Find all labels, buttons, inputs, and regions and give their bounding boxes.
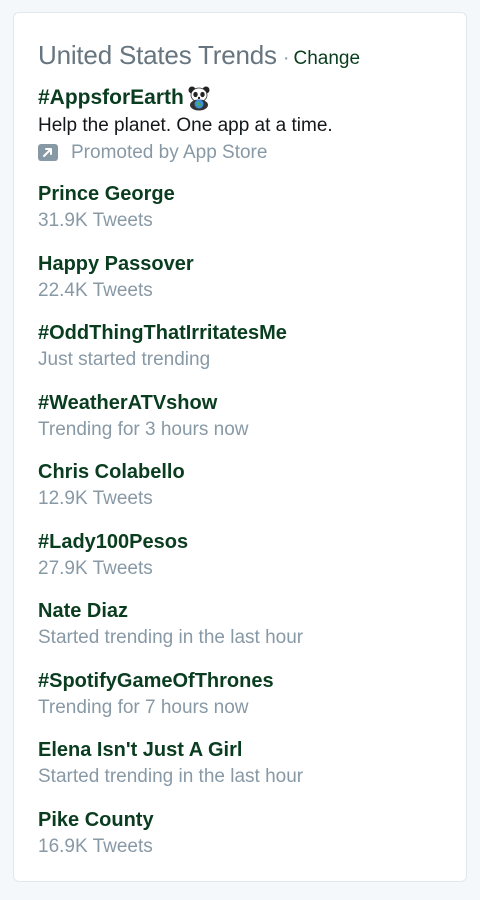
trend-meta: 16.9K Tweets xyxy=(38,835,153,857)
trend-name[interactable]: Chris Colabello xyxy=(38,459,448,485)
promoted-trend-name-row[interactable]: #AppsforEarth xyxy=(38,85,448,111)
trend-meta: Just started trending xyxy=(38,349,211,370)
trend-item[interactable]: Prince George 31.9K Tweets xyxy=(38,181,448,251)
trend-name[interactable]: Elena Isn't Just A Girl xyxy=(38,737,448,763)
trend-meta: Started trending in the last hour xyxy=(38,766,304,787)
trend-meta: 12.9K Tweets xyxy=(38,488,153,509)
header-separator: · xyxy=(282,47,290,69)
promoted-trend-name[interactable]: #AppsforEarth xyxy=(38,85,184,111)
trend-name[interactable]: Nate Diaz xyxy=(38,598,448,624)
trend-meta: Started trending in the last hour xyxy=(38,627,304,648)
trend-item[interactable]: #WeatherATVshow Trending for 3 hours now xyxy=(38,390,448,460)
promoted-by-text: Promoted by App Store xyxy=(71,142,268,163)
trend-name[interactable]: Pike County xyxy=(38,807,448,833)
trend-name[interactable]: Prince George xyxy=(38,181,448,207)
promoted-trend-description: Help the planet. One app at a time. xyxy=(38,115,333,136)
trend-item[interactable]: Chris Colabello 12.9K Tweets xyxy=(38,459,448,529)
trend-name[interactable]: #SpotifyGameOfThrones xyxy=(38,668,448,694)
trend-item[interactable]: #Lady100Pesos 27.9K Tweets xyxy=(38,529,448,599)
trend-name[interactable]: #Lady100Pesos xyxy=(38,529,448,555)
promoted-trend[interactable]: #AppsforEarth Help the planet. One app a… xyxy=(38,85,448,166)
trend-meta: 27.9K Tweets xyxy=(38,557,153,579)
trend-list: Prince George 31.9K Tweets Happy Passove… xyxy=(38,181,448,876)
trend-meta: Trending for 3 hours now xyxy=(38,418,249,440)
trend-item[interactable]: Happy Passover 22.4K Tweets xyxy=(38,251,448,321)
trend-meta: Trending for 7 hours now xyxy=(38,696,249,718)
trend-name[interactable]: #OddThingThatIrritatesMe xyxy=(38,320,448,346)
trends-title: United States Trends xyxy=(38,40,277,70)
trend-item[interactable]: Elena Isn't Just A Girl Started trending… xyxy=(38,737,448,807)
trend-meta: 22.4K Tweets xyxy=(38,279,153,301)
change-location-link[interactable]: Change xyxy=(293,48,360,69)
trend-name[interactable]: #WeatherATVshow xyxy=(38,390,448,416)
trend-item[interactable]: #OddThingThatIrritatesMe Just started tr… xyxy=(38,320,448,390)
trend-item[interactable]: Nate Diaz Started trending in the last h… xyxy=(38,598,448,668)
panda-icon xyxy=(186,85,212,111)
promoted-label: Promoted by App Store xyxy=(38,139,448,166)
trends-module: United States Trends · Change #AppsforEart… xyxy=(13,12,467,882)
trend-item[interactable]: #SpotifyGameOfThrones Trending for 7 hou… xyxy=(38,668,448,738)
trend-item[interactable]: Pike County 16.9K Tweets xyxy=(38,807,448,877)
trend-name[interactable]: Happy Passover xyxy=(38,251,448,277)
trends-header: United States Trends · Change xyxy=(38,40,360,71)
trend-meta: 31.9K Tweets xyxy=(38,210,153,231)
promoted-arrow-icon xyxy=(38,144,58,161)
